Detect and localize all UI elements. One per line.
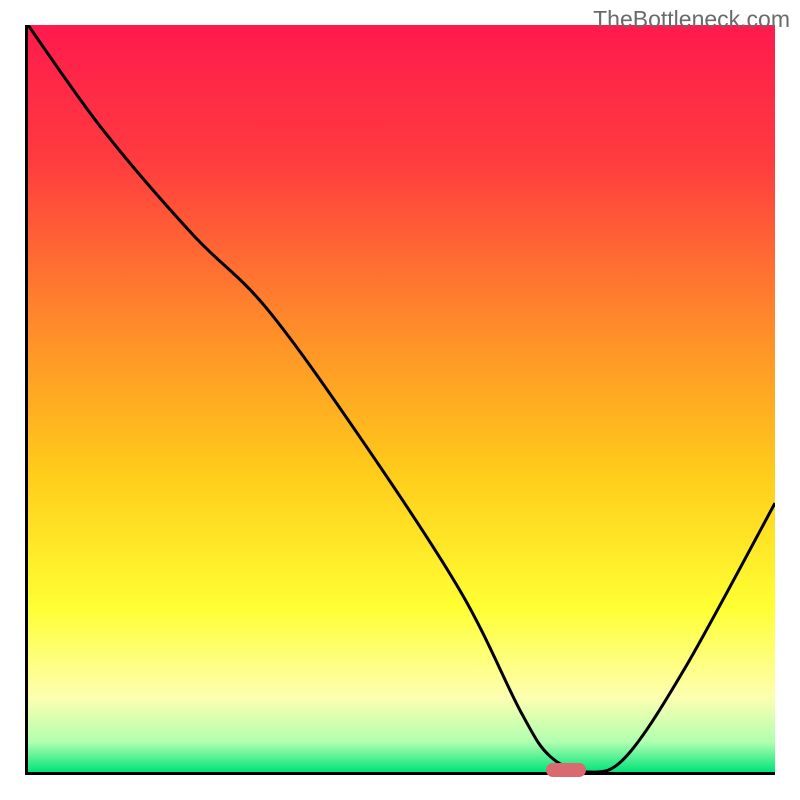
bottleneck-curve [28,25,775,772]
chart-container: TheBottleneck.com [0,0,800,800]
watermark-text: TheBottleneck.com [593,6,790,33]
plot-area [25,25,775,775]
optimal-marker [546,763,586,777]
curve-layer [28,25,775,772]
